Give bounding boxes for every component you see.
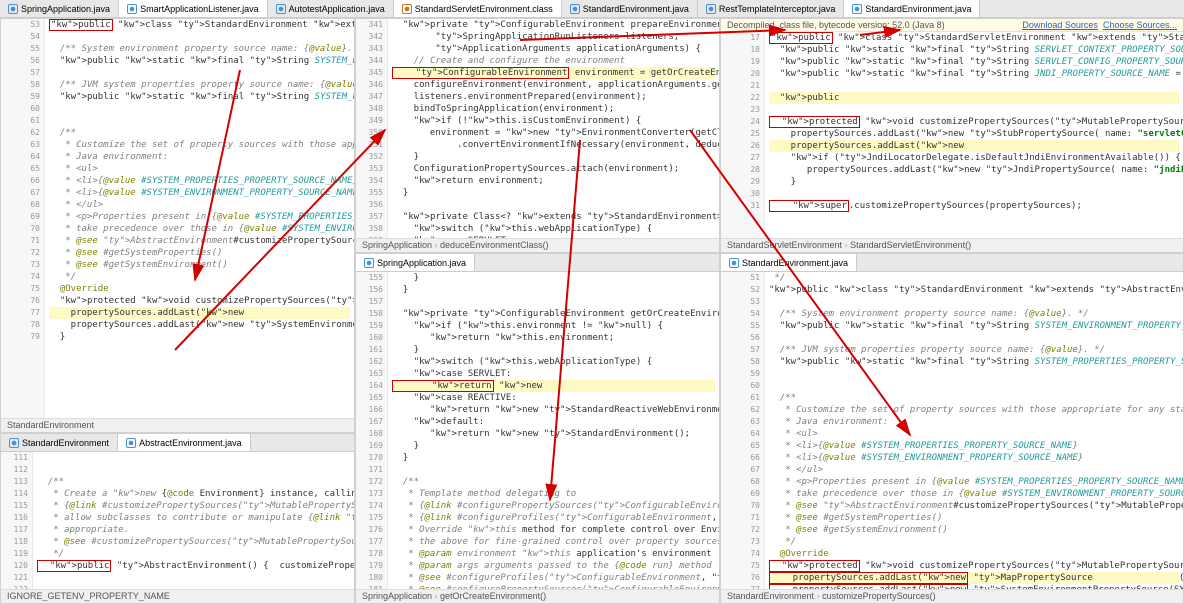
gutter: 5152535455565758596061626364656667686970… xyxy=(721,272,765,589)
pane-abstract-env: StandardEnvironmentAbstractEnvironment.j… xyxy=(0,433,355,604)
pane-servlet-env: Decompiled .class file, bytecode version… xyxy=(720,18,1184,253)
gutter: 1551561571581591601611621631641651661671… xyxy=(356,272,388,589)
tab-resttemplateinterceptor-java[interactable]: RestTemplateInterceptor.java xyxy=(698,0,845,17)
breadcrumb[interactable]: SpringApplicationgetOrCreateEnvironment(… xyxy=(356,589,719,603)
top-tabs: SpringApplication.javaSmartApplicationLi… xyxy=(0,0,1184,18)
gutter: 5354555657585960616263646566676869707172… xyxy=(1,19,45,418)
code-area[interactable]: "kw">public "kw">class "ty">StandardServ… xyxy=(765,32,1183,238)
gutter: 1111121131141151161171181191201211221231… xyxy=(1,452,33,589)
decompile-msg: Decompiled .class file, bytecode version… xyxy=(727,20,945,30)
gutter: 171819202122232425262728293031 xyxy=(721,32,765,238)
java-icon xyxy=(9,438,19,448)
java-icon xyxy=(570,4,580,14)
tab-std-env[interactable]: StandardEnvironment.java xyxy=(721,254,857,271)
tab-standardservletenvironment-class[interactable]: StandardServletEnvironment.class xyxy=(394,0,562,17)
java-icon xyxy=(852,4,862,14)
code-area[interactable]: } } "kw">private "ty">ConfigurableEnviro… xyxy=(388,272,719,589)
download-sources-link[interactable]: Download Sources xyxy=(1022,20,1098,30)
java-icon xyxy=(127,4,137,14)
tab-abstract-env[interactable]: AbstractEnvironment.java xyxy=(118,434,251,451)
decompile-banner: Decompiled .class file, bytecode version… xyxy=(721,19,1183,32)
code-area[interactable]: "kw">public "kw">class "ty">StandardEnvi… xyxy=(45,19,354,418)
code-area[interactable]: /** * Create a "kw">new {@code Environme… xyxy=(33,452,354,589)
breadcrumb[interactable]: IGNORE_GETENV_PROPERTY_NAME xyxy=(1,589,354,603)
code-area[interactable]: */ "kw">public "kw">class "ty">StandardE… xyxy=(765,272,1183,589)
tab-standardenvironment-java[interactable]: StandardEnvironment.java xyxy=(844,0,980,17)
tab-springapplication-java[interactable]: SpringApplication.java xyxy=(0,0,119,17)
breadcrumb[interactable]: SpringApplicationdeduceEnvironmentClass(… xyxy=(356,238,719,252)
tab-smartapplicationlistener-java[interactable]: SmartApplicationListener.java xyxy=(119,0,268,17)
tab-autotestapplication-java[interactable]: AutotestApplication.java xyxy=(268,0,394,17)
pane-std-env-mid: StandardEnvironment.java 515253545556575… xyxy=(720,253,1184,604)
choose-sources-link[interactable]: Choose Sources... xyxy=(1103,20,1177,30)
pane-std-env-right: 5354555657585960616263646566676869707172… xyxy=(0,18,355,433)
tab-spring-app[interactable]: SpringApplication.java xyxy=(356,254,475,271)
java-icon xyxy=(276,4,286,14)
tab-standardenvironment-java[interactable]: StandardEnvironment.java xyxy=(562,0,698,17)
java-icon xyxy=(8,4,18,14)
code-area[interactable]: "kw">private "ty">ConfigurableEnvironmen… xyxy=(388,19,719,238)
breadcrumb[interactable]: StandardEnvironment xyxy=(1,418,354,432)
breadcrumb[interactable]: StandardServletEnvironmentStandardServle… xyxy=(721,238,1183,252)
gutter: 3413423433443453463473483493503513523533… xyxy=(356,19,388,238)
breadcrumb[interactable]: StandardEnvironmentcustomizePropertySour… xyxy=(721,589,1183,603)
class-icon xyxy=(402,4,412,14)
java-icon xyxy=(706,4,716,14)
pane-spring-app-getorcreate: SpringApplication.java 15515615715815916… xyxy=(355,253,720,604)
tab-std-env-2[interactable]: StandardEnvironment xyxy=(1,434,118,451)
java-icon xyxy=(729,258,739,268)
pane-spring-app-prepare: 3413423433443453463473483493503513523533… xyxy=(355,18,720,253)
java-icon xyxy=(364,258,374,268)
java-icon xyxy=(126,438,136,448)
